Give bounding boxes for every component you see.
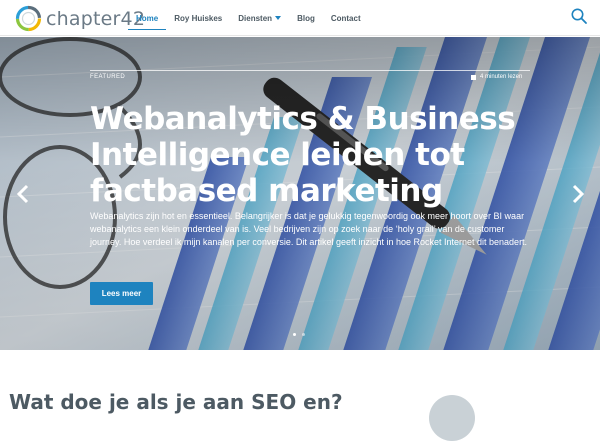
search-icon[interactable] — [570, 7, 588, 25]
main-nav: Home Roy Huiskes Diensten Blog Contact — [128, 0, 369, 36]
read-time-label: 4 minuten lezen — [480, 74, 523, 80]
nav-item-label: Home — [136, 13, 159, 23]
nav-item-contact[interactable]: Contact — [323, 0, 369, 36]
read-more-button[interactable]: Lees meer — [90, 282, 153, 305]
meta-divider — [90, 70, 530, 71]
next-article-title[interactable]: Wat doe je als je aan SEO en? — [9, 390, 343, 414]
logo[interactable]: chapter42 — [15, 5, 145, 32]
hero-slider: Featured 4 minuten lezen Webanalytics & … — [0, 37, 600, 350]
author-avatar — [429, 395, 475, 441]
chevron-left-icon[interactable] — [14, 183, 32, 205]
slider-dot[interactable] — [302, 333, 305, 336]
nav-item-home[interactable]: Home — [128, 0, 167, 36]
hero-description: Webanalytics zijn hot en essentieel. Bel… — [90, 211, 528, 247]
read-time: 4 minuten lezen — [471, 74, 522, 80]
slider-pagination — [293, 333, 311, 336]
nav-item-label: Roy Huiskes — [174, 13, 223, 23]
featured-tag: Featured — [90, 74, 126, 80]
caret-down-icon — [275, 16, 282, 20]
content-section: Wat doe je als je aan SEO en? — [0, 350, 600, 441]
nav-item-label: Contact — [330, 13, 361, 23]
nav-item-diensten[interactable]: Diensten — [230, 0, 289, 36]
logo-icon — [15, 5, 42, 32]
slider-dot[interactable] — [293, 333, 296, 336]
site-header: chapter42 Home Roy Huiskes Diensten Blog… — [0, 0, 600, 36]
nav-item-blog[interactable]: Blog — [289, 0, 323, 36]
nav-item-label: Diensten — [238, 13, 273, 23]
clock-icon — [471, 74, 476, 80]
hero-title[interactable]: Webanalytics & Business Intelligence lei… — [90, 101, 530, 209]
chevron-right-icon[interactable] — [569, 183, 587, 205]
nav-item-roy-huiskes[interactable]: Roy Huiskes — [166, 0, 230, 36]
nav-item-label: Blog — [297, 13, 315, 23]
